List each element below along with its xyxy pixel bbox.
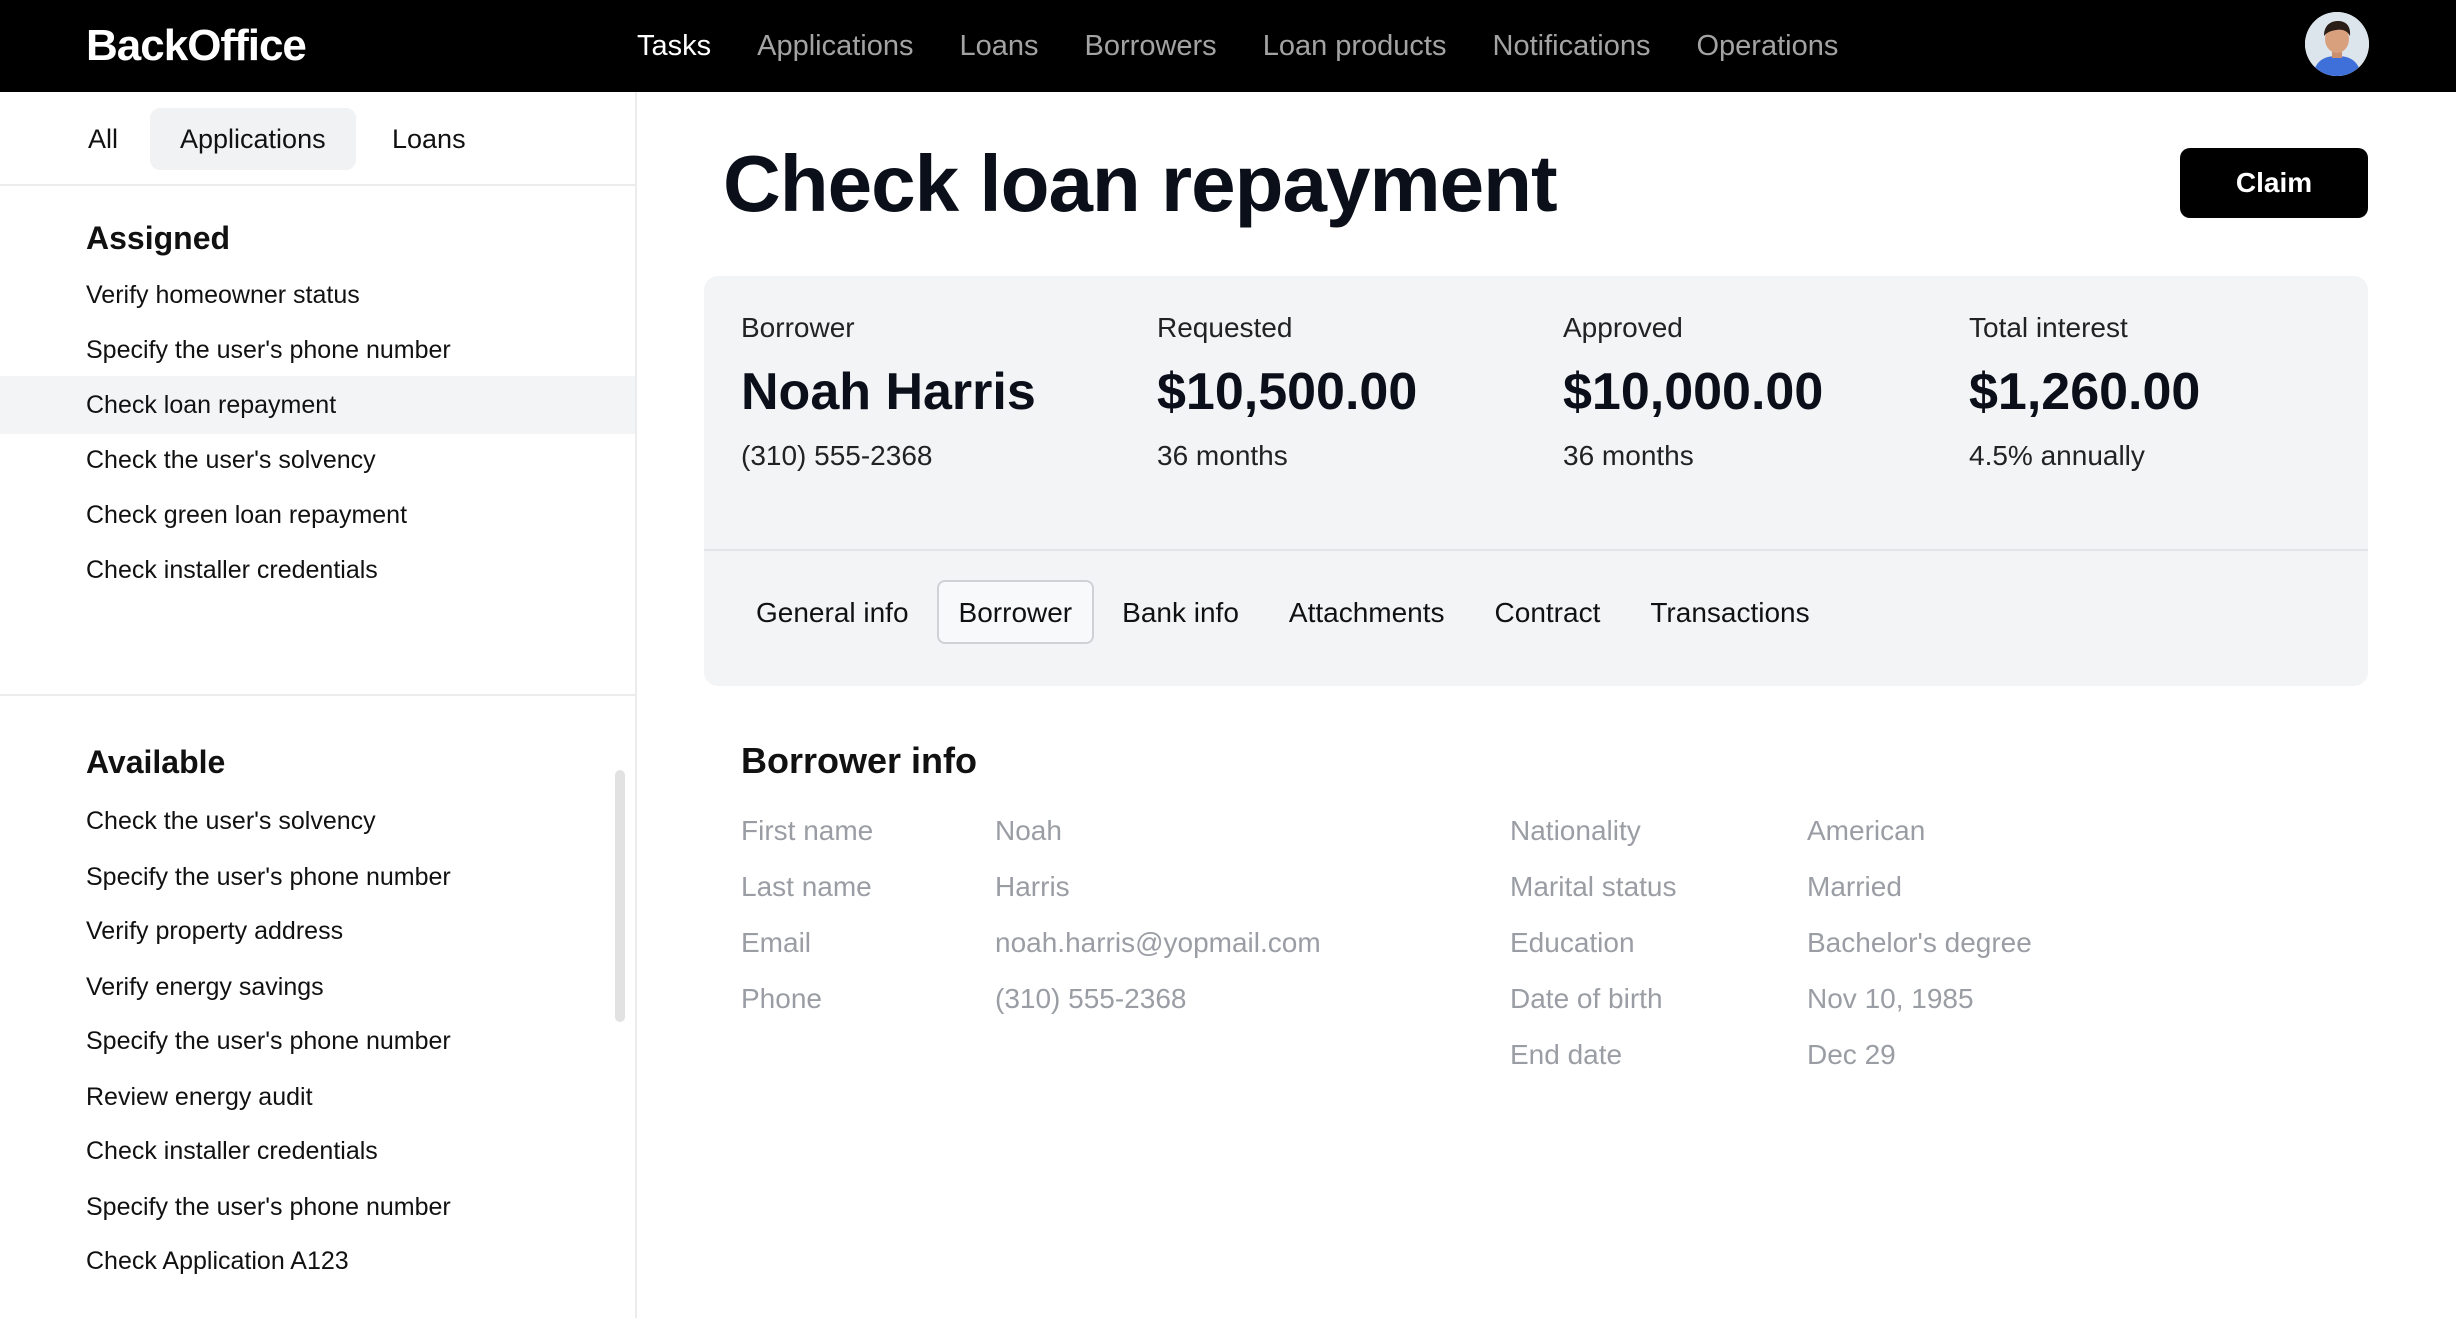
- email-value: noah.harris@yopmail.com: [995, 927, 1321, 958]
- metric-label: Requested: [1157, 312, 1293, 343]
- nationality-label: Nationality: [1510, 815, 1641, 846]
- assigned-task-item[interactable]: Check the user's solvency: [0, 431, 635, 489]
- user-avatar[interactable]: [2305, 12, 2369, 76]
- total-interest-amount: $1,260.00: [1969, 363, 2201, 421]
- sidebar-scrollbar[interactable]: [615, 770, 625, 1022]
- first-name-label: First name: [741, 815, 874, 846]
- marital-status-label: Marital status: [1510, 871, 1677, 902]
- approved-amount: $10,000.00: [1563, 363, 1824, 421]
- nav-item-operations[interactable]: Operations: [1696, 30, 1838, 63]
- marital-status-value: Married: [1807, 871, 1902, 902]
- available-task-item[interactable]: Check Application A123: [0, 1232, 635, 1290]
- available-task-item[interactable]: Specify the user's phone number: [0, 848, 635, 906]
- requested-metric: Requested $10,500.00 36 months: [1157, 312, 1417, 472]
- metric-label: Approved: [1563, 312, 1683, 343]
- end-date-label: End date: [1510, 1039, 1623, 1070]
- tab-borrower[interactable]: Borrower: [936, 580, 1095, 644]
- available-task-item[interactable]: Check the user's solvency: [0, 792, 635, 850]
- interest-rate: 4.5% annually: [1969, 440, 2145, 471]
- task-sidebar: All Applications Loans Assigned Verify h…: [0, 92, 637, 1318]
- nav-item-tasks[interactable]: Tasks: [637, 30, 711, 63]
- tab-general-info[interactable]: General info: [734, 580, 931, 644]
- nav-item-notifications[interactable]: Notifications: [1493, 30, 1651, 63]
- page-title: Check loan repayment: [723, 139, 1558, 228]
- nav-item-loan-products[interactable]: Loan products: [1263, 30, 1447, 63]
- available-section-title: Available: [86, 744, 226, 780]
- summary-divider: [704, 549, 2368, 551]
- tab-attachments[interactable]: Attachments: [1267, 580, 1467, 644]
- available-task-item[interactable]: Verify energy savings: [0, 958, 635, 1016]
- education-value: Bachelor's degree: [1807, 927, 2032, 958]
- end-date-value: Dec 29: [1807, 1039, 1896, 1070]
- available-task-item[interactable]: Review energy audit: [0, 1068, 635, 1126]
- nav-item-borrowers[interactable]: Borrowers: [1085, 30, 1217, 63]
- tab-transactions[interactable]: Transactions: [1628, 580, 1831, 644]
- date-of-birth-value: Nov 10, 1985: [1807, 983, 1974, 1014]
- email-label: Email: [741, 927, 812, 958]
- borrower-phone: (310) 555-2368: [741, 440, 933, 471]
- user-avatar-icon: [2305, 12, 2369, 76]
- interest-metric: Total interest $1,260.00 4.5% annually: [1969, 312, 2200, 472]
- last-name-label: Last name: [741, 871, 872, 902]
- available-task-item[interactable]: Verify property address: [0, 902, 635, 960]
- assigned-task-item[interactable]: Check green loan repayment: [0, 486, 635, 544]
- sidebar-filter-tabs: All Applications Loans: [0, 92, 635, 186]
- assigned-task-item[interactable]: Check installer credentials: [0, 541, 635, 599]
- detail-tabs: General info Borrower Bank info Attachme…: [734, 580, 1838, 644]
- nationality-value: American: [1807, 815, 1926, 846]
- borrower-name: Noah Harris: [741, 363, 1036, 421]
- nav-item-applications[interactable]: Applications: [757, 30, 913, 63]
- assigned-task-item[interactable]: Specify the user's phone number: [0, 321, 635, 379]
- approved-term: 36 months: [1563, 440, 1694, 471]
- available-task-item[interactable]: Specify the user's phone number: [0, 1012, 635, 1070]
- app-logo[interactable]: BackOffice: [86, 18, 307, 74]
- tab-bank-info[interactable]: Bank info: [1100, 580, 1261, 644]
- available-task-item[interactable]: Specify the user's phone number: [0, 1178, 635, 1236]
- nav-item-loans[interactable]: Loans: [960, 30, 1039, 63]
- assigned-task-item[interactable]: Verify homeowner status: [0, 266, 635, 324]
- assigned-task-item-selected[interactable]: Check loan repayment: [0, 376, 635, 434]
- approved-metric: Approved $10,000.00 36 months: [1563, 312, 1823, 472]
- borrower-info-title: Borrower info: [741, 740, 978, 781]
- sidebar-tab-applications[interactable]: Applications: [150, 108, 356, 170]
- loan-summary-card: Borrower Noah Harris (310) 555-2368 Requ…: [704, 276, 2368, 686]
- sidebar-tab-all[interactable]: All: [58, 108, 148, 170]
- metric-label: Borrower: [741, 312, 855, 343]
- first-name-value: Noah: [995, 815, 1062, 846]
- last-name-value: Harris: [995, 871, 1070, 902]
- phone-label: Phone: [741, 983, 822, 1014]
- metric-label: Total interest: [1969, 312, 2128, 343]
- date-of-birth-label: Date of birth: [1510, 983, 1663, 1014]
- sidebar-tab-loans[interactable]: Loans: [362, 108, 496, 170]
- tab-contract[interactable]: Contract: [1473, 580, 1623, 644]
- education-label: Education: [1510, 927, 1635, 958]
- borrower-metric: Borrower Noah Harris (310) 555-2368: [741, 312, 1036, 472]
- requested-amount: $10,500.00: [1157, 363, 1418, 421]
- sidebar-divider: [0, 694, 635, 696]
- assigned-section-title: Assigned: [86, 220, 231, 256]
- phone-value: (310) 555-2368: [995, 983, 1187, 1014]
- claim-button[interactable]: Claim: [2180, 148, 2368, 218]
- available-task-item[interactable]: Check installer credentials: [0, 1122, 635, 1180]
- top-nav-bar: BackOffice Tasks Applications Loans Borr…: [0, 0, 2456, 92]
- main-nav: Tasks Applications Loans Borrowers Loan …: [637, 0, 1884, 92]
- requested-term: 36 months: [1157, 440, 1288, 471]
